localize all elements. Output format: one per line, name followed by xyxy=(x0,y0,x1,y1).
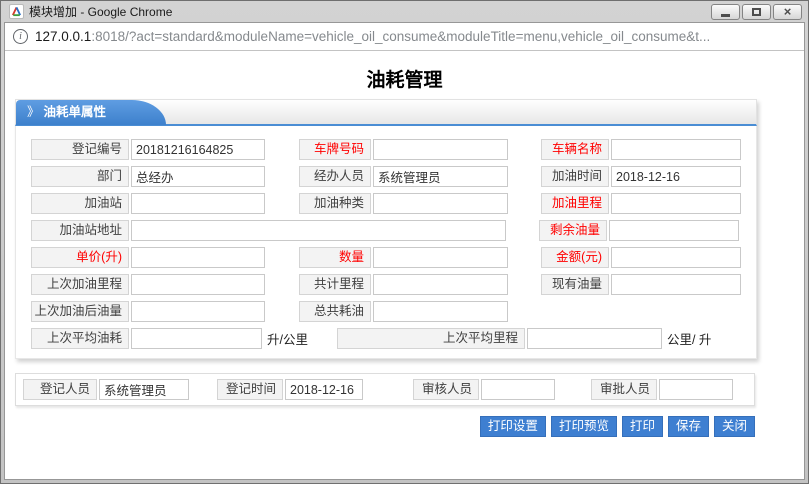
station-address-label: 加油站地址 xyxy=(31,220,129,241)
close-icon: × xyxy=(784,6,792,18)
reviewer-input[interactable] xyxy=(481,379,555,400)
tab-oil-form-properties[interactable]: 》油耗单属性 xyxy=(16,100,166,125)
reviewer-label: 审核人员 xyxy=(413,379,479,400)
url-host: 127.0.0.1 xyxy=(35,29,91,44)
form-row-8: 上次平均油耗 升/公里 上次平均里程 公里/ 升 xyxy=(31,328,742,349)
page-content: 油耗管理 》油耗单属性 登记编号 车牌号码 车辆名称 xyxy=(5,51,804,479)
maximize-icon xyxy=(752,8,761,16)
unit-price-label: 单价(升) xyxy=(31,247,129,268)
department-label: 部门 xyxy=(31,166,129,187)
minimize-icon xyxy=(721,14,730,17)
refuel-mileage-input[interactable] xyxy=(611,193,741,214)
refuel-time-label: 加油时间 xyxy=(541,166,609,187)
last-avg-mileage-unit: 公里/ 升 xyxy=(667,329,711,348)
triangle-logo-icon xyxy=(11,6,22,17)
fuel-after-last-input[interactable] xyxy=(131,301,265,322)
amount-input[interactable] xyxy=(611,247,741,268)
action-button-row: 打印设置 打印预览 打印 保存 关闭 xyxy=(15,416,755,437)
url-text: 127.0.0.1:8018/?act=standard&moduleName=… xyxy=(35,29,710,44)
handler-input[interactable] xyxy=(373,166,508,187)
last-refuel-mileage-input[interactable] xyxy=(131,274,265,295)
close-button[interactable]: × xyxy=(773,4,802,20)
vehicle-name-input[interactable] xyxy=(611,139,741,160)
browser-client-area: i 127.0.0.1:8018/?act=standard&moduleNam… xyxy=(4,22,805,480)
approver-label: 审批人员 xyxy=(591,379,657,400)
form-panel: 》油耗单属性 登记编号 车牌号码 车辆名称 部门 xyxy=(15,99,757,359)
quantity-input[interactable] xyxy=(373,247,508,268)
maximize-button[interactable] xyxy=(742,4,771,20)
refuel-mileage-label: 加油里程 xyxy=(541,193,609,214)
gas-station-label: 加油站 xyxy=(31,193,129,214)
form-row-2: 部门 经办人员 加油时间 xyxy=(31,166,742,187)
approver-input[interactable] xyxy=(659,379,733,400)
page-title: 油耗管理 xyxy=(5,51,804,91)
total-mileage-label: 共计里程 xyxy=(299,274,371,295)
fuel-after-last-label: 上次加油后油量 xyxy=(31,301,129,322)
current-fuel-label: 现有油量 xyxy=(541,274,609,295)
fuel-type-input[interactable] xyxy=(373,193,508,214)
audit-bar: 登记人员 登记时间 审核人员 审批人员 xyxy=(15,373,755,406)
refuel-time-input[interactable] xyxy=(611,166,741,187)
close-page-button[interactable]: 关闭 xyxy=(714,416,755,437)
current-fuel-input[interactable] xyxy=(611,274,741,295)
quantity-label: 数量 xyxy=(299,247,371,268)
print-button[interactable]: 打印 xyxy=(622,416,663,437)
form-row-6: 上次加油里程 共计里程 现有油量 xyxy=(31,274,742,295)
last-avg-consumption-label: 上次平均油耗 xyxy=(31,328,129,349)
page-info-icon[interactable]: i xyxy=(13,29,28,44)
total-mileage-input[interactable] xyxy=(373,274,508,295)
station-address-input[interactable] xyxy=(131,220,506,241)
window-title: 模块增加 - Google Chrome xyxy=(29,3,709,20)
plate-no-input[interactable] xyxy=(373,139,508,160)
address-bar[interactable]: i 127.0.0.1:8018/?act=standard&moduleNam… xyxy=(5,23,804,51)
form-row-4: 加油站地址 剩余油量 xyxy=(31,220,742,241)
remaining-fuel-label: 剩余油量 xyxy=(539,220,607,241)
last-avg-consumption-input[interactable] xyxy=(131,328,262,349)
total-consumed-label: 总共耗油 xyxy=(299,301,371,322)
window-titlebar[interactable]: 模块增加 - Google Chrome × xyxy=(4,1,805,22)
plate-no-label: 车牌号码 xyxy=(299,139,371,160)
reg-no-input[interactable] xyxy=(131,139,265,160)
app-icon xyxy=(9,4,24,19)
print-preview-button[interactable]: 打印预览 xyxy=(551,416,617,437)
form-row-3: 加油站 加油种类 加油里程 xyxy=(31,193,742,214)
registrar-input[interactable] xyxy=(99,379,189,400)
last-avg-mileage-label: 上次平均里程 xyxy=(337,328,525,349)
handler-label: 经办人员 xyxy=(299,166,371,187)
form-row-1: 登记编号 车牌号码 车辆名称 xyxy=(31,139,742,160)
form-body: 登记编号 车牌号码 车辆名称 部门 经办人员 加油时间 xyxy=(15,126,757,359)
form-row-7: 上次加油后油量 总共耗油 xyxy=(31,301,742,322)
reg-no-label: 登记编号 xyxy=(31,139,129,160)
vehicle-name-label: 车辆名称 xyxy=(541,139,609,160)
print-setup-button[interactable]: 打印设置 xyxy=(480,416,546,437)
last-refuel-mileage-label: 上次加油里程 xyxy=(31,274,129,295)
window-controls: × xyxy=(709,4,802,20)
last-avg-consumption-unit: 升/公里 xyxy=(267,329,308,348)
registrar-label: 登记人员 xyxy=(23,379,97,400)
reg-time-label: 登记时间 xyxy=(217,379,283,400)
department-input[interactable] xyxy=(131,166,265,187)
form-row-5: 单价(升) 数量 金额(元) xyxy=(31,247,742,268)
gas-station-input[interactable] xyxy=(131,193,265,214)
reg-time-input[interactable] xyxy=(285,379,363,400)
tab-label: 油耗单属性 xyxy=(44,105,107,119)
save-button[interactable]: 保存 xyxy=(668,416,709,437)
minimize-button[interactable] xyxy=(711,4,740,20)
browser-window: 模块增加 - Google Chrome × i 127.0.0.1:8018/… xyxy=(0,0,809,484)
last-avg-mileage-input[interactable] xyxy=(527,328,662,349)
fuel-type-label: 加油种类 xyxy=(299,193,371,214)
remaining-fuel-input[interactable] xyxy=(609,220,739,241)
tab-bar: 》油耗单属性 xyxy=(15,99,757,126)
tab-marker-icon: 》 xyxy=(27,105,40,119)
total-consumed-input[interactable] xyxy=(373,301,508,322)
url-path: :8018/?act=standard&moduleName=vehicle_o… xyxy=(91,29,710,44)
amount-label: 金额(元) xyxy=(541,247,609,268)
unit-price-input[interactable] xyxy=(131,247,265,268)
